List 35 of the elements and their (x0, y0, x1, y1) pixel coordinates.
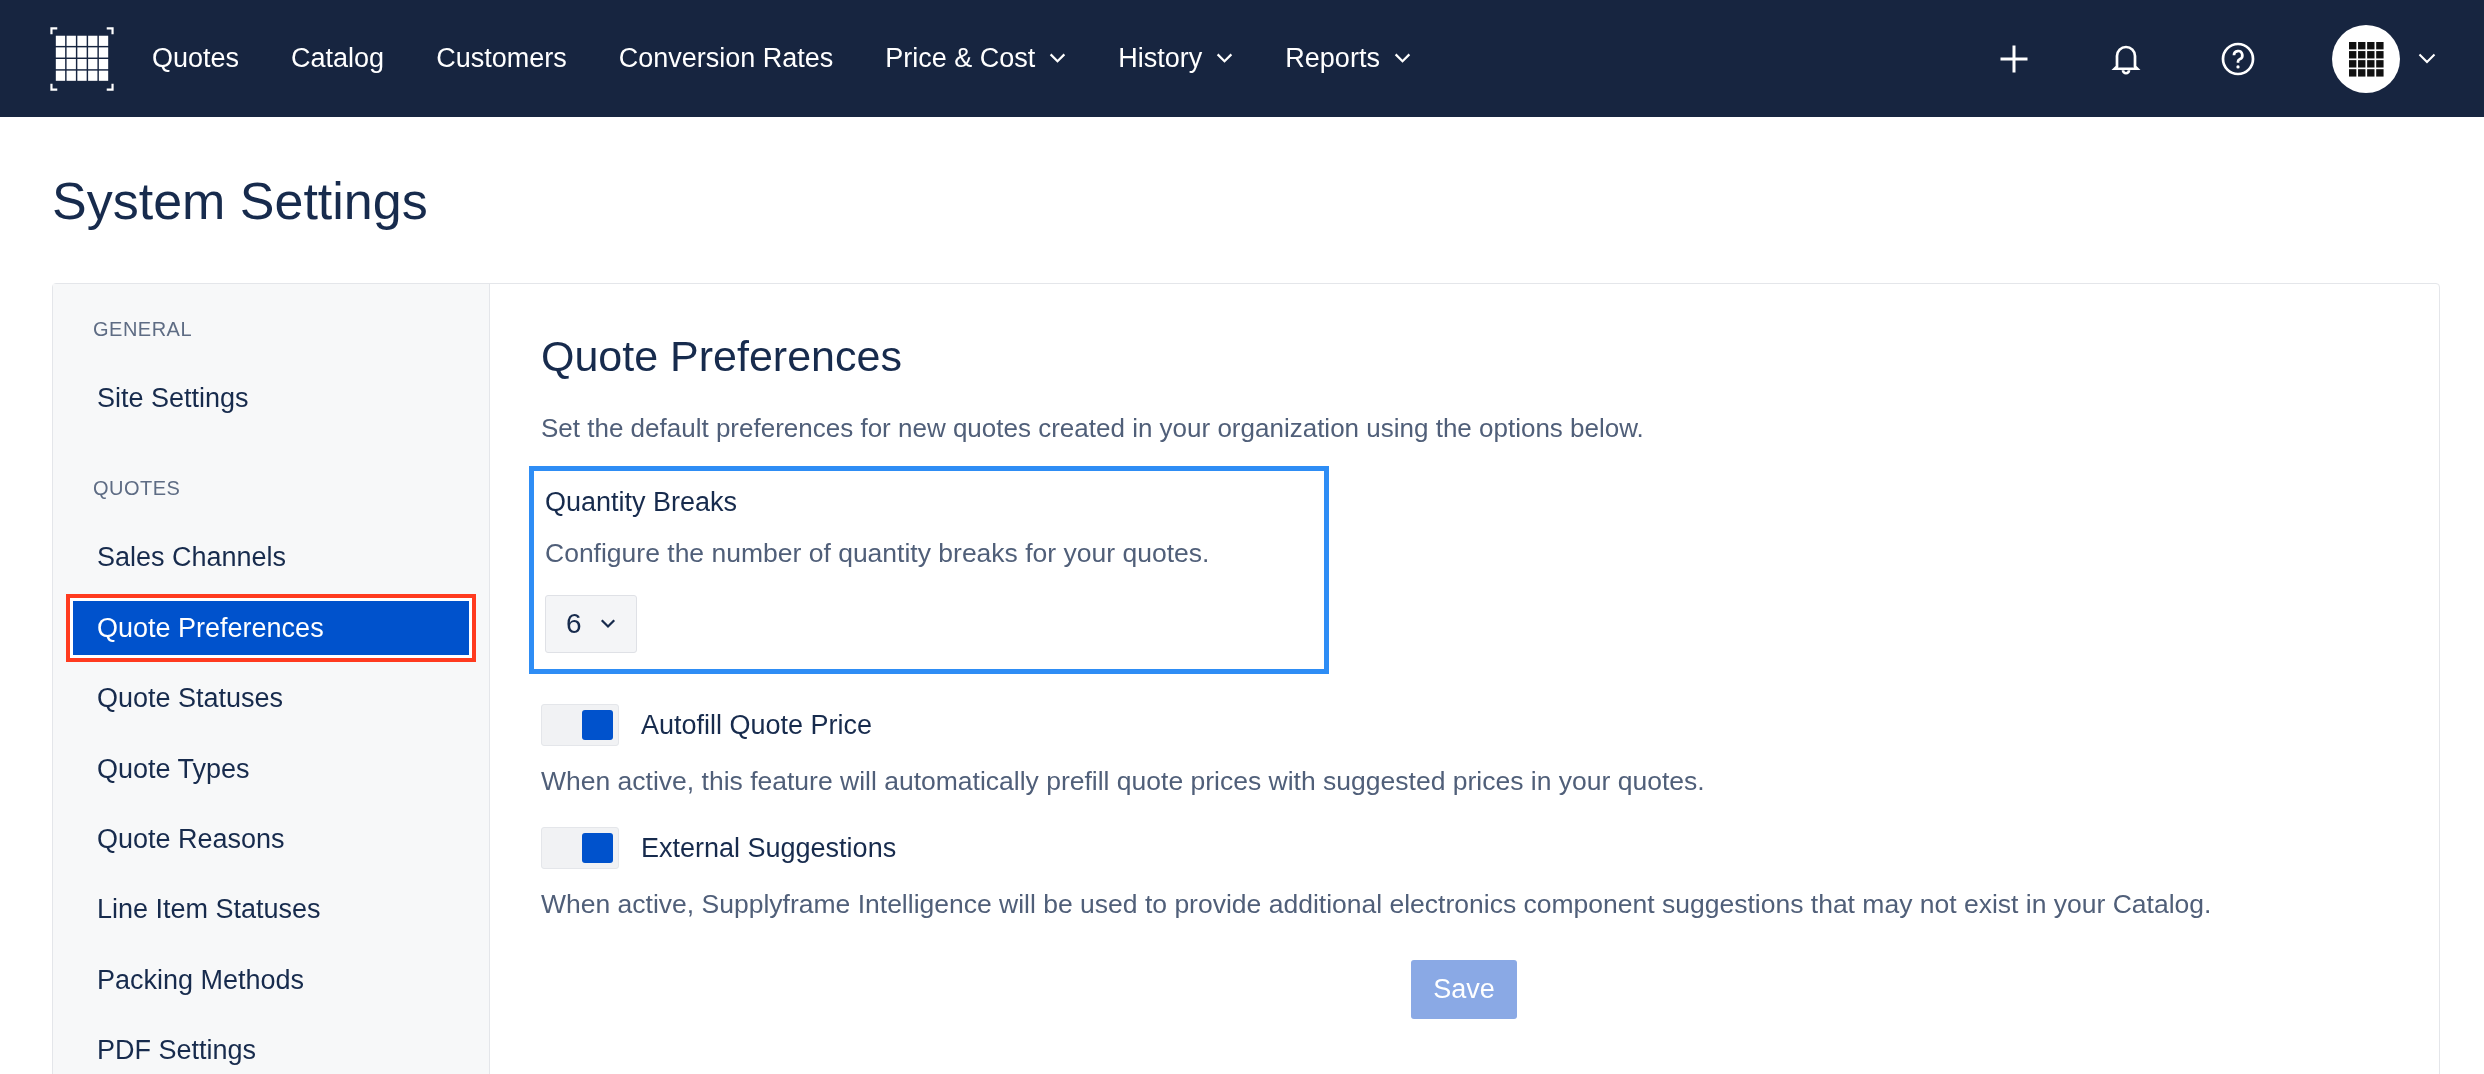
nav-link[interactable]: Customers (436, 43, 567, 74)
toggle-switch[interactable] (541, 704, 619, 746)
sidebar-item[interactable]: Quote Statuses (66, 664, 476, 733)
setting-description: Configure the number of quantity breaks for your quotes. (545, 538, 1211, 569)
sidebar-item[interactable]: Quote Types (66, 734, 476, 803)
sidebar-item[interactable]: Line Item Statuses (66, 875, 476, 944)
setting-label: Autofill Quote Price (641, 709, 873, 741)
caret-icon[interactable] (2418, 52, 2436, 65)
setting-label: Quantity Breaks (545, 487, 739, 518)
sidebar-item[interactable]: PDF Settings (66, 1016, 476, 1074)
setting-description: When active, Supplyframe Intelligence will be used to provide additional electronics component suggestions that may not exist in your Catalog. (541, 889, 2213, 920)
sidebar-item[interactable]: Site Settings (66, 364, 476, 433)
page-title: System Settings (52, 171, 429, 231)
nav-link[interactable]: Quotes (152, 43, 240, 74)
quantity-select[interactable]: 6 (545, 595, 637, 653)
nav-link[interactable]: Price & Cost (885, 43, 1067, 74)
avatar-icon[interactable] (2332, 24, 2400, 93)
sidebar-item[interactable]: Quote Reasons (66, 804, 476, 874)
section-heading: Quote Preferences (541, 332, 903, 381)
section-description: Set the default preferences for new quotes created in your organization using the options below. (541, 413, 1645, 444)
nav-link[interactable]: Catalog (291, 43, 385, 74)
sidebar-item[interactable]: Quote Preferences (66, 593, 476, 663)
nav-link[interactable]: Conversion Rates (618, 43, 834, 74)
grid-logo-icon[interactable] (50, 26, 114, 91)
toggle-switch[interactable] (541, 827, 619, 869)
nav-link[interactable]: History (1118, 43, 1234, 74)
sidebar-item[interactable]: Packing Methods (66, 945, 476, 1015)
setting-description: When active, this feature will automatically prefill quote prices with suggested prices in your quotes. (541, 766, 1706, 797)
caret-icon (599, 619, 616, 629)
nav-link[interactable]: Reports (1285, 43, 1411, 74)
sidebar-heading: GENERAL (92, 318, 194, 342)
setting-label: External Suggestions (641, 832, 897, 864)
sidebar-item[interactable]: Sales Channels (66, 523, 476, 592)
sidebar-heading: QUOTES (92, 477, 182, 502)
help-icon[interactable] (2220, 40, 2256, 77)
